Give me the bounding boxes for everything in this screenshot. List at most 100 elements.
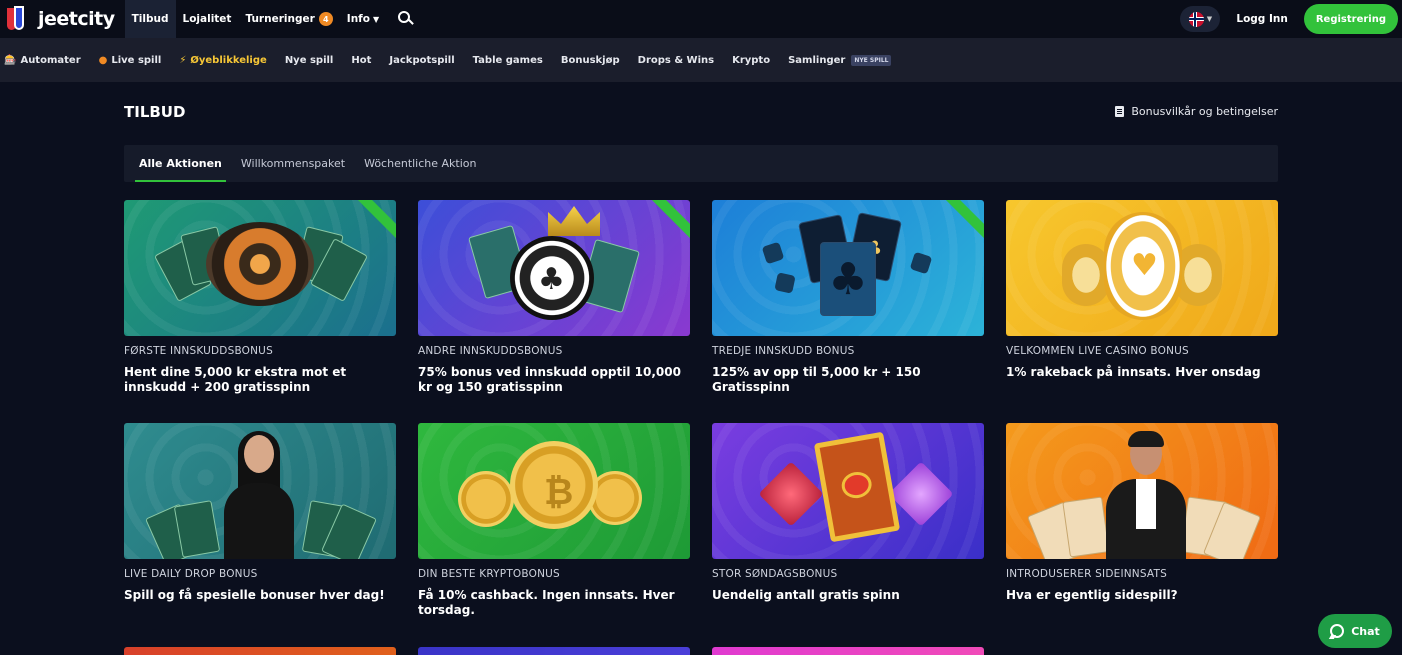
promo-card[interactable]: ♣ ANDRE INNSKUDDSBONUS 75% bonus ved inn… [418,200,690,394]
promo-label: VELKOMMEN LIVE CASINO BONUS [1006,345,1189,357]
club-suit-icon: ♣ [820,242,876,316]
norway-flag-icon [1188,11,1204,27]
promo-label: ANDRE INNSKUDDSBONUS [418,345,563,357]
brand-name: jeetcity [38,8,115,30]
roulette-promo-image [124,200,396,336]
bonus-terms-link[interactable]: Bonusvilkår og betingelser [1115,105,1278,118]
tab-willkommenspaket[interactable]: Willkommenspaket [237,145,349,182]
promo-card-peek[interactable] [124,647,396,655]
live-dot-icon: ● [98,54,108,66]
nav-turneringer[interactable]: Turneringer 4 [238,0,339,38]
roulette-wheel-icon [206,222,314,306]
chat-button[interactable]: Chat [1318,614,1392,648]
language-selector[interactable]: ▼ [1180,6,1221,32]
bitcoin-symbol-icon: ₿ [544,472,574,513]
promo-title: 125% av opp til 5,000 kr + 150 Gratisspi… [712,365,921,394]
nav-lojalitet-label: Lojalitet [182,13,232,25]
slot-machine-icon: 🎰 [4,54,17,66]
tournament-count-badge: 4 [318,12,333,26]
promo-card[interactable]: ₿ DIN BESTE KRYPTOBONUS Få 10% cashback.… [418,423,690,617]
promo-label: INTRODUSERER SIDEINNSATS [1006,568,1167,580]
page-title: TILBUD [124,103,186,121]
main-nav: Tilbud Lojalitet Turneringer 4 Info ▼ [124,0,414,38]
promo-title: Spill og få spesielle bonuser hver dag! [124,588,385,602]
category-label: Bonuskjøp [560,54,620,66]
promo-title: Hva er egentlig sidespill? [1006,588,1178,602]
chevron-down-icon: ▼ [1206,15,1213,23]
promo-label: DIN BESTE KRYPTOBONUS [418,568,560,580]
side-bet-promo-image [1006,423,1278,559]
tab-alle-aktionen[interactable]: Alle Aktionen [135,145,226,182]
promo-card[interactable]: STOR SØNDAGSBONUS Uendelig antall gratis… [712,423,984,603]
nav-info-label: Info [346,13,370,25]
bonus-terms-label: Bonusvilkår og betingelser [1131,105,1278,118]
litecoin-icon [458,471,514,527]
live-dealer-promo-image [124,423,396,559]
top-navigation-bar: jeetcity Tilbud Lojalitet Turneringer 4 I… [0,0,1402,38]
promo-card[interactable]: ♥ VELKOMMEN LIVE CASINO BONUS 1% rakebac… [1006,200,1278,380]
login-button[interactable]: Logg Inn [1236,13,1287,25]
document-icon [1115,106,1125,117]
spellbook-promo-image [712,423,984,559]
tab-wochentliche-aktion[interactable]: Wöchentliche Aktion [360,145,480,182]
chip-icon [1062,244,1110,306]
gold-chip-promo-image: ♥ [1006,200,1278,336]
dice-icon [774,272,796,294]
category-samlinger[interactable]: Samlinger [788,55,845,66]
category-label: Jackpotspill [389,54,455,66]
search-icon[interactable] [398,11,414,27]
promo-label: TREDJE INNSKUDD BONUS [712,345,855,357]
nav-info[interactable]: Info ▼ [340,0,386,38]
category-live-spill[interactable]: ● Live spill [99,55,162,66]
category-oyeblikkelige[interactable]: ⚡ Øyeblikkelige [179,55,266,66]
promo-label: FØRSTE INNSKUDDSBONUS [124,345,273,357]
poker-chip-promo-image: ♣ [418,200,690,336]
promo-card[interactable]: INTRODUSERER SIDEINNSATS Hva er egentlig… [1006,423,1278,603]
nav-turneringer-label: Turneringer [245,13,315,25]
category-hot[interactable]: Hot [351,55,371,66]
new-games-tag: NYE SPILL [851,54,892,66]
promo-title: Uendelig antall gratis spinn [712,588,900,602]
register-button[interactable]: Registrering [1303,4,1398,34]
category-label: Hot [351,54,372,66]
category-bonuskjop[interactable]: Bonuskjøp [561,55,620,66]
promo-tabs: Alle Aktionen Willkommenspaket Wöchentli… [124,145,1278,182]
promo-label: STOR SØNDAGSBONUS [712,568,838,580]
category-jackpotspill[interactable]: Jackpotspill [389,55,454,66]
promo-card-peek[interactable] [418,647,690,655]
category-automater[interactable]: 🎰 Automater [4,55,81,66]
nav-lojalitet[interactable]: Lojalitet [176,0,239,38]
category-label: Samlinger [788,54,846,66]
nav-tilbud[interactable]: Tilbud [124,0,176,38]
promo-card[interactable]: LIVE DAILY DROP BONUS Spill og få spesie… [124,423,396,603]
promo-card[interactable]: ♠ ♣ ♣ TREDJE INNSKUDD BONUS 125% av opp … [712,200,984,394]
jeetcity-logo[interactable]: jeetcity [6,6,115,32]
category-nye-spill[interactable]: Nye spill [285,55,334,66]
category-label: Live spill [111,54,162,66]
lightning-icon: ⚡ [179,54,187,66]
cards-dice-promo-image: ♠ ♣ ♣ [712,200,984,336]
chat-bubble-icon [1330,624,1345,638]
promo-label: LIVE DAILY DROP BONUS [124,568,258,580]
category-label: Automater [20,54,81,66]
promo-card-peek[interactable] [712,647,984,655]
account-controls: ▼ Logg Inn Registrering [1180,2,1398,36]
promo-title: Få 10% cashback. Ingen innsats. Hver tor… [418,588,675,617]
category-label: Øyeblikkelige [190,54,267,66]
crypto-coin-promo-image: ₿ [418,423,690,559]
category-label: Nye spill [284,54,334,66]
jeetcity-logo-icon [6,6,34,32]
promo-title: 75% bonus ved innskudd opptil 10,000 kr … [418,365,681,394]
category-krypto[interactable]: Krypto [732,55,770,66]
dealer-avatar [1106,431,1186,559]
promo-card[interactable]: FØRSTE INNSKUDDSBONUS Hent dine 5,000 kr… [124,200,396,394]
playing-card-icon [1062,496,1110,558]
category-table-games[interactable]: Table games [473,55,543,66]
club-suit-icon: ♣ [538,262,565,297]
promo-title: Hent dine 5,000 kr ekstra mot et innskud… [124,365,347,394]
chevron-down-icon: ▼ [372,14,380,24]
game-category-bar: 🎰 Automater ● Live spill ⚡ Øyeblikkelige Ny… [0,38,1402,82]
category-label: Table games [472,54,543,66]
category-label: Krypto [732,54,771,66]
category-drops-wins[interactable]: Drops & Wins [638,55,714,66]
